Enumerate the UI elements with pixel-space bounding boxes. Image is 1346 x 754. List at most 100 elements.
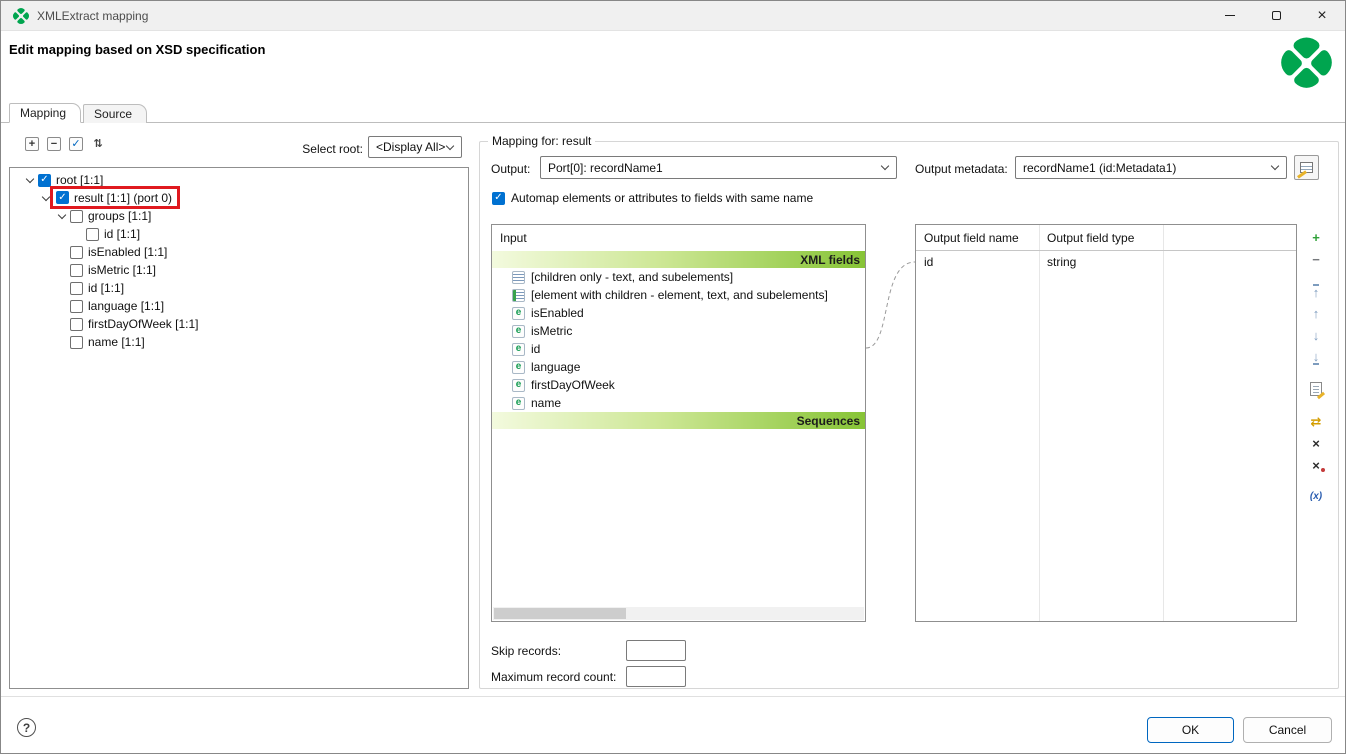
- output-port-value: Port[0]: recordName1: [548, 161, 663, 175]
- move-up-icon[interactable]: ↑: [1306, 304, 1326, 322]
- xpath-icon[interactable]: (x): [1306, 488, 1326, 506]
- max-record-count-input[interactable]: [626, 666, 686, 687]
- automap-icon[interactable]: ⇄: [1306, 412, 1326, 430]
- input-field-item[interactable]: eisEnabled: [492, 304, 865, 322]
- tree-node-checkbox[interactable]: [70, 336, 83, 349]
- max-record-count-label: Maximum record count:: [491, 670, 616, 684]
- help-button[interactable]: ?: [17, 718, 36, 737]
- select-root-value: <Display All>: [376, 140, 445, 154]
- select-root-label: Select root:: [279, 142, 363, 156]
- input-field-label: isEnabled: [531, 306, 584, 320]
- xmlextract-mapping-dialog: XMLExtract mapping × Edit mapping based …: [0, 0, 1346, 754]
- tree-node-checkbox[interactable]: [70, 318, 83, 331]
- input-field-label: [element with children - element, text, …: [531, 288, 828, 302]
- cancel-button[interactable]: Cancel: [1243, 717, 1332, 743]
- tree-node-label: name [1:1]: [88, 335, 145, 349]
- tree-node-label: root [1:1]: [56, 173, 103, 187]
- input-field-item[interactable]: ename: [492, 394, 865, 412]
- tree-node-checkbox[interactable]: [38, 174, 51, 187]
- element-icon: e: [512, 397, 525, 410]
- tree-expander-icon[interactable]: [54, 215, 70, 218]
- edit-metadata-icon[interactable]: [1306, 380, 1326, 398]
- tree-node-checkbox[interactable]: [70, 246, 83, 259]
- select-root-combo[interactable]: <Display All>: [368, 136, 462, 158]
- tree-node-checkbox[interactable]: [70, 282, 83, 295]
- output-table-header: Output field nameOutput field type: [916, 225, 1296, 251]
- tree-node-checkbox[interactable]: [70, 264, 83, 277]
- tree-row[interactable]: language [1:1]: [10, 297, 468, 315]
- tree-node-label: firstDayOfWeek [1:1]: [88, 317, 198, 331]
- collapse-all-icon[interactable]: −: [47, 137, 61, 151]
- output-port-combo[interactable]: Port[0]: recordName1: [540, 156, 897, 179]
- tree-node-checkbox[interactable]: [56, 191, 69, 204]
- input-field-item[interactable]: eisMetric: [492, 322, 865, 340]
- tree-node-label: id [1:1]: [88, 281, 124, 295]
- tree-node-label: id [1:1]: [104, 227, 140, 241]
- output-table-row[interactable]: idstring: [916, 251, 1296, 273]
- element-icon: e: [512, 361, 525, 374]
- automap-checkbox[interactable]: [492, 192, 505, 205]
- clear-mappings-icon[interactable]: ×: [1306, 456, 1326, 474]
- tree-row[interactable]: result [1:1] (port 0): [10, 189, 468, 207]
- move-first-icon[interactable]: ↑: [1306, 282, 1326, 300]
- tree-node-label: groups [1:1]: [88, 209, 151, 223]
- tree-row[interactable]: id [1:1]: [10, 279, 468, 297]
- automap-row: Automap elements or attributes to fields…: [492, 191, 813, 205]
- tree-node-checkbox[interactable]: [70, 210, 83, 223]
- tree-row[interactable]: id [1:1]: [10, 225, 468, 243]
- maximize-button[interactable]: [1253, 1, 1299, 31]
- input-field-item[interactable]: eid: [492, 340, 865, 358]
- check-elements-icon[interactable]: ✓: [69, 137, 83, 151]
- input-field-label: isMetric: [531, 324, 572, 338]
- add-field-icon[interactable]: +: [1306, 228, 1326, 246]
- minimize-button[interactable]: [1207, 1, 1253, 31]
- tree-row[interactable]: groups [1:1]: [10, 207, 468, 225]
- input-field-item[interactable]: [children only - text, and subelements]: [492, 268, 865, 286]
- expand-all-icon[interactable]: +: [25, 137, 39, 151]
- input-field-label: name: [531, 396, 561, 410]
- edit-metadata-button[interactable]: [1294, 155, 1319, 180]
- input-field-list: XML fields[children only - text, and sub…: [492, 251, 865, 429]
- input-field-item[interactable]: elanguage: [492, 358, 865, 376]
- edit-metadata-icon: [1300, 162, 1313, 173]
- annotation-highlight-box: result [1:1] (port 0): [50, 186, 180, 209]
- output-field-type-cell: string: [1039, 255, 1163, 269]
- input-field-item[interactable]: efirstDayOfWeek: [492, 376, 865, 394]
- skip-records-input[interactable]: [626, 640, 686, 661]
- mapping-group-title: Mapping for: result: [488, 134, 595, 148]
- window-controls: ×: [1207, 1, 1345, 31]
- tab-mapping[interactable]: Mapping: [9, 103, 81, 123]
- tree-sync-icon[interactable]: ⇅: [91, 137, 105, 151]
- ok-button[interactable]: OK: [1147, 717, 1234, 743]
- tree-node-label: language [1:1]: [88, 299, 164, 313]
- mapping-side-toolbar: + − ↑ ↑ ↓ ↓ ⇄ × × (x): [1305, 228, 1327, 510]
- input-section-label: Sequences: [797, 414, 860, 428]
- element-icon: e: [512, 343, 525, 356]
- input-fields-panel: Input XML fields[children only - text, a…: [491, 224, 866, 622]
- close-button[interactable]: ×: [1299, 1, 1345, 31]
- input-field-label: [children only - text, and subelements]: [531, 270, 733, 284]
- input-field-item[interactable]: [element with children - element, text, …: [492, 286, 865, 304]
- chevron-down-icon: [446, 141, 454, 149]
- remove-field-icon[interactable]: −: [1306, 250, 1326, 268]
- tab-source[interactable]: Source: [83, 104, 147, 123]
- output-field-name-cell: id: [916, 255, 1039, 269]
- tree-node-label: result [1:1] (port 0): [74, 191, 172, 205]
- tree-node-checkbox[interactable]: [86, 228, 99, 241]
- tree-row[interactable]: firstDayOfWeek [1:1]: [10, 315, 468, 333]
- move-down-icon[interactable]: ↓: [1306, 326, 1326, 344]
- output-table-body: idstring: [916, 251, 1296, 273]
- scrollbar-thumb[interactable]: [494, 608, 626, 619]
- move-last-icon[interactable]: ↓: [1306, 348, 1326, 366]
- tree-node-checkbox[interactable]: [70, 300, 83, 313]
- tree-row[interactable]: isMetric [1:1]: [10, 261, 468, 279]
- horizontal-scrollbar[interactable]: [493, 607, 864, 620]
- window-title: XMLExtract mapping: [37, 9, 148, 23]
- tree-row[interactable]: name [1:1]: [10, 333, 468, 351]
- output-metadata-label: Output metadata:: [915, 162, 1008, 176]
- tree-row[interactable]: isEnabled [1:1]: [10, 243, 468, 261]
- remove-mapping-icon[interactable]: ×: [1306, 434, 1326, 452]
- output-table-column-header-empty: [1163, 225, 1296, 250]
- output-metadata-combo[interactable]: recordName1 (id:Metadata1): [1015, 156, 1287, 179]
- tree-expander-icon[interactable]: [22, 179, 38, 182]
